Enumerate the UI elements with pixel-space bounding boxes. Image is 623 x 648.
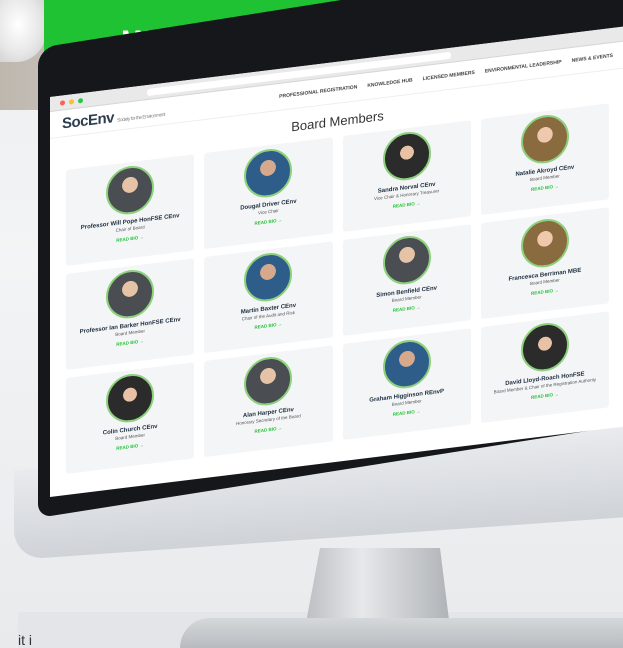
member-card[interactable]: David Lloyd-Roach HonFSE Board Member & C… [480,311,609,424]
avatar [382,233,431,288]
nav-item[interactable]: LICENSED MEMBERS [423,70,475,82]
nav-item[interactable]: KNOWLEDGE HUB [367,77,412,89]
member-card[interactable]: Professor Will Pope HonFSE CEnv Chair of … [66,154,195,267]
member-card[interactable]: Francesca Berriman MBE Board Member READ B… [480,207,609,320]
avatar [244,250,293,305]
close-window-icon[interactable] [60,99,65,106]
member-card[interactable]: Graham Higginson REnvP Board Member READ B… [342,328,471,441]
monitor-base [180,618,623,648]
read-bio-link[interactable]: READ BIO → [116,234,144,242]
read-bio-link[interactable]: READ BIO → [116,442,144,450]
member-card[interactable]: Professor Ian Barker HonFSE CEnv Board Me… [66,258,195,371]
read-bio-link[interactable]: READ BIO → [116,338,144,346]
avatar [520,112,569,167]
footer-text: it i [18,632,32,648]
avatar [106,163,155,218]
maximize-window-icon[interactable] [78,97,83,104]
nav-item[interactable]: NEWS & EVENTS [572,53,613,64]
avatar [382,129,431,184]
member-card[interactable]: Simon Benfield CEnv Board Member READ BIO … [342,224,471,337]
members-grid: Professor Will Pope HonFSE CEnv Chair of … [50,101,623,476]
nav-item[interactable]: PROFESSIONAL REGISTRATION [279,84,357,100]
avatar [106,371,155,426]
monitor-screen: SocEnv Society for the Environment PROFES… [50,26,623,498]
read-bio-link[interactable]: READ BIO → [531,392,559,400]
minimize-window-icon[interactable] [69,98,74,105]
member-card[interactable]: Natalie Akroyd CEnv Board Member READ BIO … [480,103,609,216]
avatar [244,146,293,201]
member-card[interactable]: Dougal Driver CEnv Vice Chair READ BIO → [204,137,333,250]
member-card[interactable]: Colin Church CEnv Board Member READ BIO → [66,362,195,475]
read-bio-link[interactable]: READ BIO → [393,201,421,209]
nav-item[interactable]: ENVIRONMENTAL LEADERSHIP [485,59,562,74]
member-card[interactable]: Sandra Norval CEnv Vice Chair & Honorary … [342,120,471,233]
logo-tagline: Society for the Environment [117,111,165,124]
read-bio-link[interactable]: READ BIO → [531,184,559,192]
avatar [520,216,569,271]
read-bio-link[interactable]: READ BIO → [254,425,282,433]
avatar [244,354,293,409]
sneaker-photo [0,0,46,62]
read-bio-link[interactable]: READ BIO → [254,321,282,329]
avatar [382,337,431,392]
member-card[interactable]: Alan Harper CEnv Honorary Secretary of th… [204,345,333,458]
logo-text: SocEnv [62,108,115,133]
read-bio-link[interactable]: READ BIO → [531,288,559,296]
read-bio-link[interactable]: READ BIO → [393,305,421,313]
avatar [520,320,569,375]
read-bio-link[interactable]: READ BIO → [393,409,421,417]
read-bio-link[interactable]: READ BIO → [254,217,282,225]
member-card[interactable]: Martin Baxter CEnv Chair of the Audit and… [204,241,333,354]
member-role: Vice Chair [258,207,279,216]
avatar [106,267,155,322]
